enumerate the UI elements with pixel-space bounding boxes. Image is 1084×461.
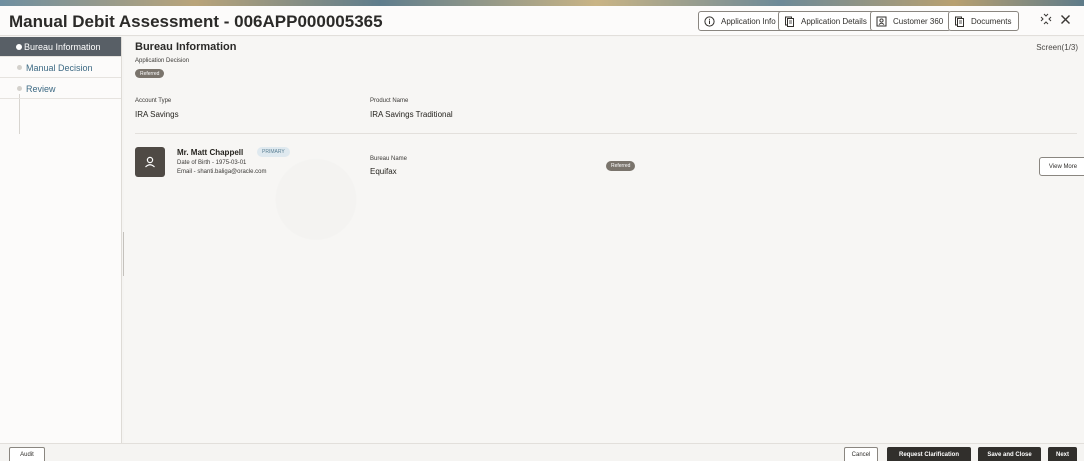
section-divider <box>135 133 1077 134</box>
primary-badge: PRIMARY <box>257 147 290 157</box>
screen-counter: Screen(1/3) <box>1036 43 1078 52</box>
applicant-name: Mr. Matt Chappell <box>177 148 244 157</box>
sidebar-progress-line <box>19 94 20 134</box>
bureau-status-badge: Referred <box>606 161 636 171</box>
sidebar: Bureau Information Manual Decision Revie… <box>0 37 122 443</box>
view-more-button[interactable]: View More <box>1039 157 1084 176</box>
documents-button[interactable]: Documents <box>948 11 1020 31</box>
sidebar-item-label: Bureau Information <box>24 41 101 52</box>
main-content: Bureau Information Screen(1/3) Applicati… <box>124 37 1084 443</box>
close-icon[interactable] <box>1060 13 1071 28</box>
customer-360-label: Customer 360 <box>893 16 944 26</box>
request-clarification-button[interactable]: Request Clarification <box>887 447 971 461</box>
audit-button[interactable]: Audit <box>9 447 45 461</box>
sidebar-item-label: Manual Decision <box>26 62 93 73</box>
sidebar-item-review[interactable]: Review <box>0 79 121 99</box>
window-controls <box>1040 13 1071 28</box>
sidebar-item-label: Review <box>26 83 56 94</box>
footer-bar: Audit Cancel Request Clarification Save … <box>0 443 1084 461</box>
applicant-email: Email - shanti.baliga@oracle.com <box>177 169 267 175</box>
customer-card-icon <box>876 16 887 27</box>
bureau-name-value: Equifax <box>370 167 397 176</box>
application-decision-label: Application Decision <box>135 58 190 64</box>
info-icon <box>704 15 715 27</box>
bureau-name-label: Bureau Name <box>370 156 408 162</box>
expand-icon[interactable] <box>1040 13 1052 28</box>
documents-label: Documents <box>971 16 1012 26</box>
application-details-label: Application Details <box>801 16 867 26</box>
documents-icon <box>954 16 965 27</box>
header-bar: Manual Debit Assessment - 006APP00000536… <box>0 6 1084 36</box>
account-type-label: Account Type <box>135 98 172 104</box>
product-name-value: IRA Savings Traditional <box>370 110 453 119</box>
application-decision-badge: Referred <box>135 69 165 78</box>
application-info-button[interactable]: Application Info <box>698 11 784 31</box>
product-name-label: Product Name <box>370 98 409 104</box>
application-details-button[interactable]: Application Details <box>778 11 875 31</box>
step-dot-icon <box>17 86 22 91</box>
step-dot-icon <box>17 65 22 70</box>
page-title: Manual Debit Assessment - 006APP00000536… <box>9 12 383 31</box>
applicant-dob: Date of Birth - 1975-03-01 <box>177 160 247 166</box>
account-type-value: IRA Savings <box>135 110 179 119</box>
next-button[interactable]: Next <box>1048 447 1077 461</box>
customer-360-button[interactable]: Customer 360 <box>870 11 952 31</box>
save-and-close-button[interactable]: Save and Close <box>978 447 1041 461</box>
user-icon <box>145 156 155 168</box>
application-info-label: Application Info <box>721 16 776 26</box>
step-dot-icon <box>16 44 22 50</box>
sidebar-item-bureau-information[interactable]: Bureau Information <box>0 37 121 57</box>
avatar <box>135 147 165 177</box>
sidebar-item-manual-decision[interactable]: Manual Decision <box>0 58 121 78</box>
applicant-card: Mr. Matt Chappell PRIMARY Date of Birth … <box>135 145 1084 185</box>
cancel-button[interactable]: Cancel <box>844 447 878 461</box>
section-title: Bureau Information <box>135 41 237 53</box>
document-icon <box>784 16 795 27</box>
